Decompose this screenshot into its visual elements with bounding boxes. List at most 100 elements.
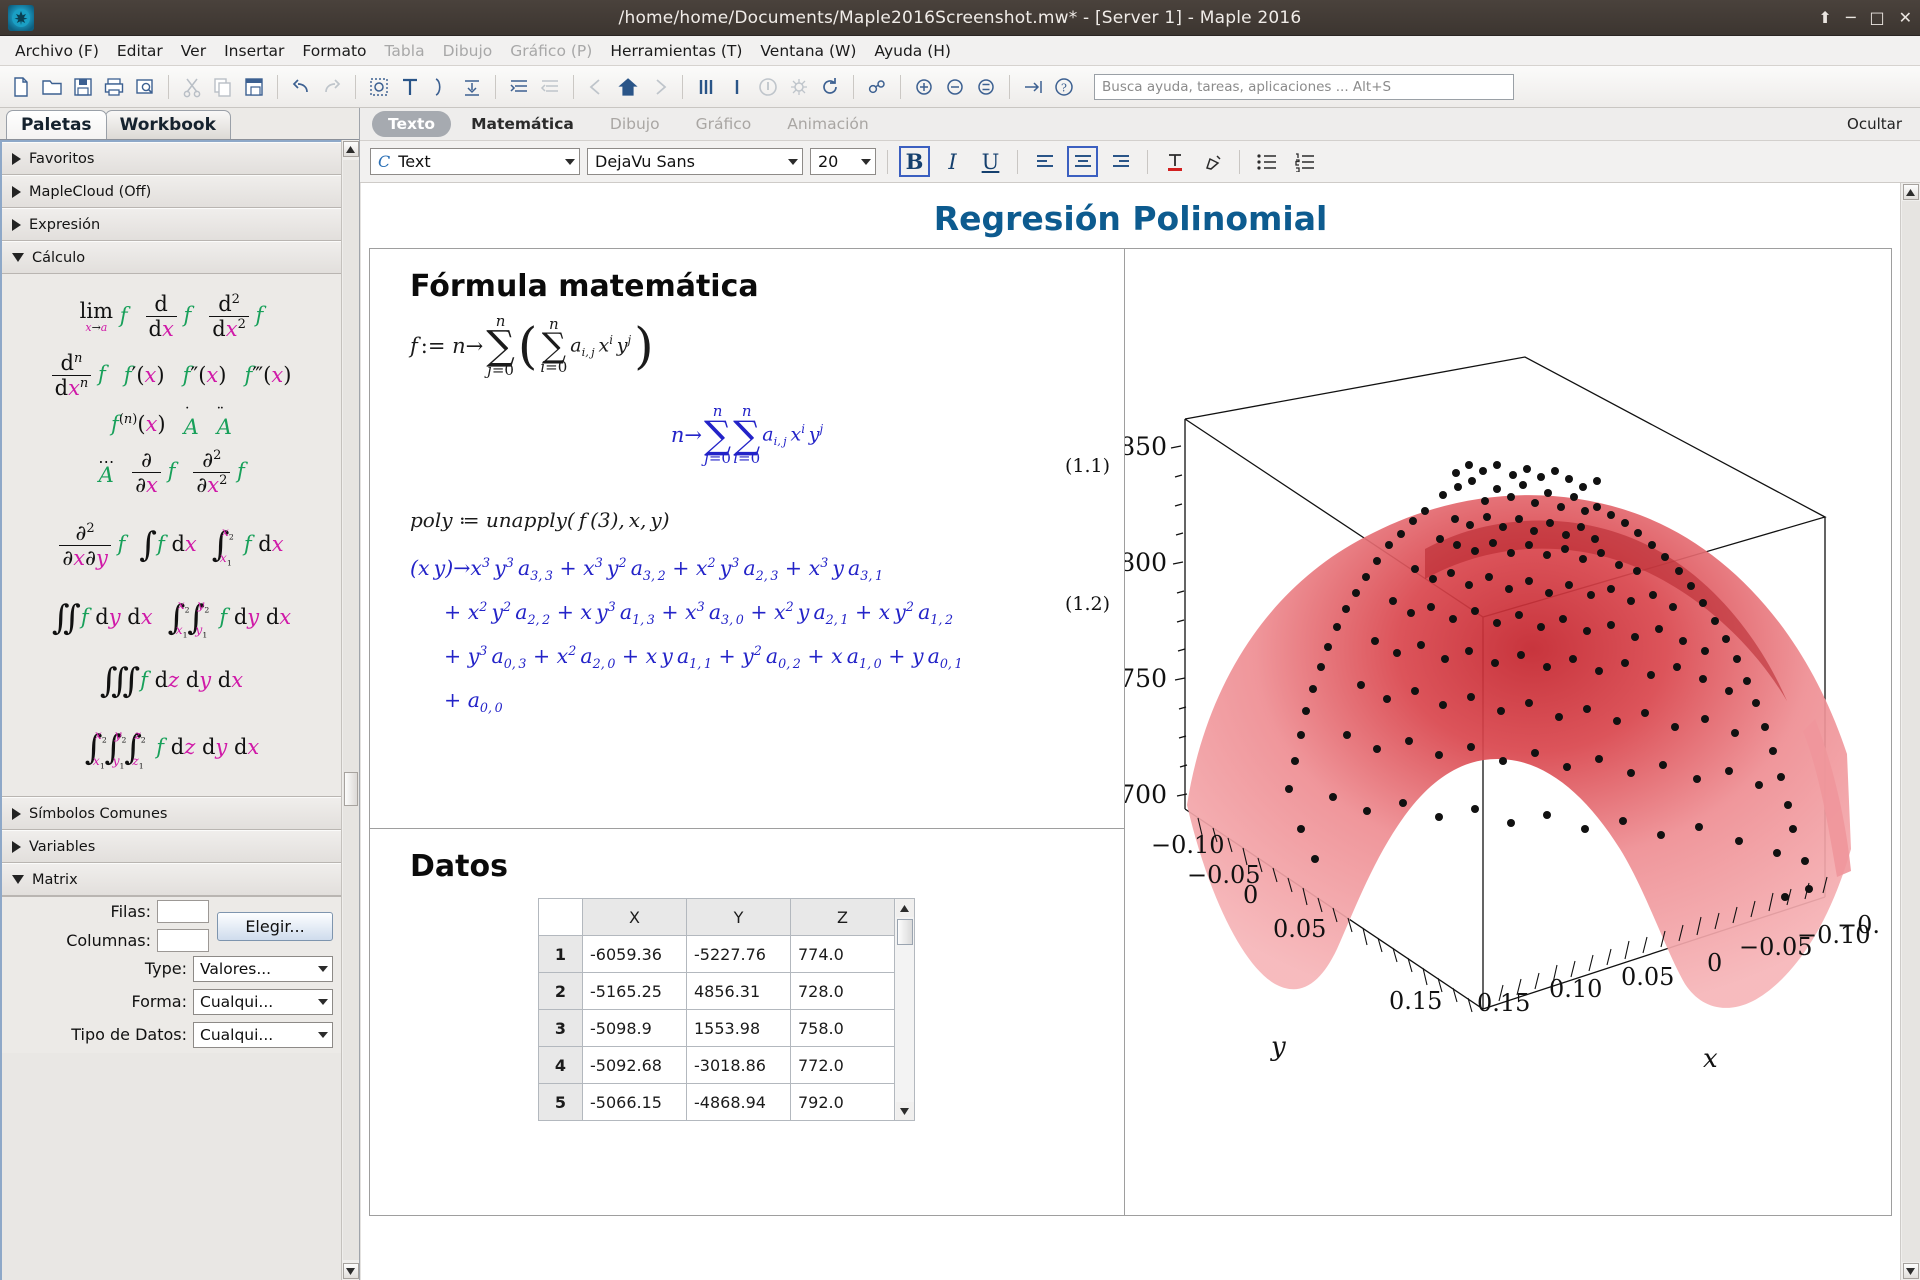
cell-y[interactable]: -4868.94	[686, 1083, 791, 1121]
matrix-cols-input[interactable]	[157, 929, 209, 953]
matrix-datatype-select[interactable]: Cualqui...	[193, 1021, 333, 1048]
palette-item-f-n[interactable]: f(n)(x)	[111, 413, 166, 435]
table-scroll-down-icon[interactable]	[895, 1102, 914, 1120]
cell-z[interactable]: 758.0	[790, 1009, 895, 1047]
execute-icon[interactable]	[722, 72, 752, 102]
menu-item-ver[interactable]: Ver	[172, 39, 215, 63]
text-color-button[interactable]	[1159, 146, 1190, 177]
palette-item-triple-integral[interactable]: ∭f dz dy dx	[100, 664, 243, 698]
doc-scroll-up-icon[interactable]	[1902, 184, 1919, 200]
table-row[interactable]: 5 -5066.15 -4868.94 792.0	[538, 1083, 895, 1121]
menu-item-archivo[interactable]: Archivo (F)	[6, 39, 108, 63]
align-left-button[interactable]	[1029, 146, 1060, 177]
align-center-button[interactable]	[1067, 146, 1098, 177]
bold-button[interactable]: B	[899, 146, 930, 177]
palette-item-nth-derivative[interactable]: dn dxn f	[51, 351, 106, 400]
choose-button[interactable]: Elegir...	[217, 911, 333, 941]
table-scroll-up-icon[interactable]	[895, 899, 914, 917]
insert-plot-icon[interactable]	[364, 72, 394, 102]
doc-scroll-track[interactable]	[1901, 201, 1920, 1262]
palette-item-limit[interactable]: lim x→a f	[80, 300, 128, 333]
equation-1-2-input[interactable]: poly ≔ unapply( f (3), x, y)	[410, 508, 1124, 532]
indent-icon[interactable]	[504, 72, 534, 102]
paste-icon[interactable]	[239, 72, 269, 102]
palette-item-triple-prime[interactable]: f‴(x)	[244, 365, 291, 386]
numbered-list-button[interactable]	[1289, 146, 1320, 177]
paragraph-style-select[interactable]: C Text	[370, 148, 580, 175]
tab-texto[interactable]: Texto	[372, 111, 452, 137]
matrix-rows-input[interactable]	[157, 900, 209, 924]
cell-y[interactable]: -5227.76	[686, 935, 791, 973]
palette-item-prime[interactable]: f′(x)	[124, 365, 165, 386]
menu-item-ayuda[interactable]: Ayuda (H)	[865, 39, 960, 63]
palette-scrollbar[interactable]	[341, 140, 359, 1280]
scroll-down-arrow-icon[interactable]	[342, 1263, 359, 1279]
section-plot[interactable]: 850 800 750 700	[1125, 249, 1891, 1215]
palette-item-dddot-a[interactable]: ⋯ A	[98, 453, 114, 486]
cell-z[interactable]: 772.0	[790, 1046, 895, 1084]
tab-icon[interactable]	[1018, 72, 1048, 102]
cell-y[interactable]: 4856.31	[686, 972, 791, 1010]
maximize-button[interactable]: □	[1869, 10, 1884, 26]
palette-group-favoritos[interactable]: Favoritos	[2, 142, 341, 175]
doc-scroll-down-icon[interactable]	[1902, 1263, 1919, 1279]
bullet-list-button[interactable]	[1251, 146, 1282, 177]
underline-button[interactable]: U	[975, 146, 1006, 177]
palette-item-partial[interactable]: ∂ ∂x f	[132, 448, 175, 497]
palette-item-derivative[interactable]: d dx f	[145, 292, 191, 341]
save-icon[interactable]	[68, 72, 98, 102]
document-scrollbar[interactable]	[1900, 183, 1920, 1280]
undo-icon[interactable]	[286, 72, 316, 102]
cell-z[interactable]: 728.0	[790, 972, 895, 1010]
link-icon[interactable]	[862, 72, 892, 102]
palette-item-triple-definite-integral[interactable]: ∫ x2 x1 ∫ y2 y1 ∫ z2 z1 f dz dy dx	[84, 728, 259, 770]
table-header-x[interactable]: X	[582, 898, 687, 936]
palette-item-indefinite-integral[interactable]: ∫f dx	[139, 528, 196, 562]
palette-group-calculo[interactable]: Cálculo	[2, 241, 341, 274]
pin-button[interactable]: ⬆	[1818, 10, 1831, 26]
open-folder-icon[interactable]	[37, 72, 67, 102]
help-icon[interactable]: ?	[1049, 72, 1079, 102]
palette-item-definite-integral[interactable]: ∫ x2 x1 f dx	[211, 526, 284, 568]
zoom-out-icon[interactable]	[940, 72, 970, 102]
palette-group-maplecloud[interactable]: MapleCloud (Off)	[2, 175, 341, 208]
menu-item-ventana[interactable]: Ventana (W)	[751, 39, 865, 63]
execute-all-icon[interactable]	[691, 72, 721, 102]
tab-paletas[interactable]: Paletas	[6, 110, 107, 139]
tab-workbook[interactable]: Workbook	[104, 110, 231, 139]
font-family-select[interactable]: DejaVu Sans	[587, 148, 803, 175]
zoom-in-icon[interactable]	[909, 72, 939, 102]
new-document-icon[interactable]	[6, 72, 36, 102]
cell-x[interactable]: -5165.25	[582, 972, 687, 1010]
home-icon[interactable]	[613, 72, 643, 102]
menu-item-editar[interactable]: Editar	[108, 39, 172, 63]
cell-x[interactable]: -5092.68	[582, 1046, 687, 1084]
palette-group-variables[interactable]: Variables	[2, 830, 341, 864]
palette-item-second-derivative[interactable]: d2 dx2 f	[209, 292, 263, 341]
cell-y[interactable]: -3018.86	[686, 1046, 791, 1084]
regression-3d-plot[interactable]: 850 800 750 700	[1125, 249, 1880, 1215]
equation-1-1-input[interactable]: f := n→ n ∑ j=0 ( n ∑ i=0 ai, j xi yj)	[410, 314, 1124, 378]
data-table-scrollbar[interactable]	[895, 898, 915, 1121]
palette-group-expresion[interactable]: Expresión	[2, 208, 341, 241]
table-scroll-thumb[interactable]	[896, 919, 913, 945]
highlight-button[interactable]	[1197, 146, 1228, 177]
text-mode-icon[interactable]	[395, 72, 425, 102]
table-header-y[interactable]: Y	[686, 898, 791, 936]
minimize-button[interactable]: ─	[1846, 10, 1856, 26]
matrix-type-select[interactable]: Valores...	[193, 955, 333, 982]
palette-item-double-definite-integral[interactable]: ∫ x2 x1 ∫ y2 y1 f dy dx	[167, 598, 292, 640]
menu-item-formato[interactable]: Formato	[293, 39, 375, 63]
cell-z[interactable]: 774.0	[790, 935, 895, 973]
restart-icon[interactable]	[815, 72, 845, 102]
print-preview-icon[interactable]	[130, 72, 160, 102]
cell-y[interactable]: 1553.98	[686, 1009, 791, 1047]
cell-x[interactable]: -5098.9	[582, 1009, 687, 1047]
cell-x[interactable]: -6059.36	[582, 935, 687, 973]
palette-item-partial2[interactable]: ∂2 ∂x2 f	[193, 448, 245, 497]
table-row[interactable]: 1 -6059.36 -5227.76 774.0	[538, 935, 895, 973]
italic-button[interactable]: I	[937, 146, 968, 177]
table-row[interactable]: 2 -5165.25 4856.31 728.0	[538, 972, 895, 1010]
table-row[interactable]: 4 -5092.68 -3018.86 772.0	[538, 1046, 895, 1084]
zoom-fit-icon[interactable]	[971, 72, 1001, 102]
